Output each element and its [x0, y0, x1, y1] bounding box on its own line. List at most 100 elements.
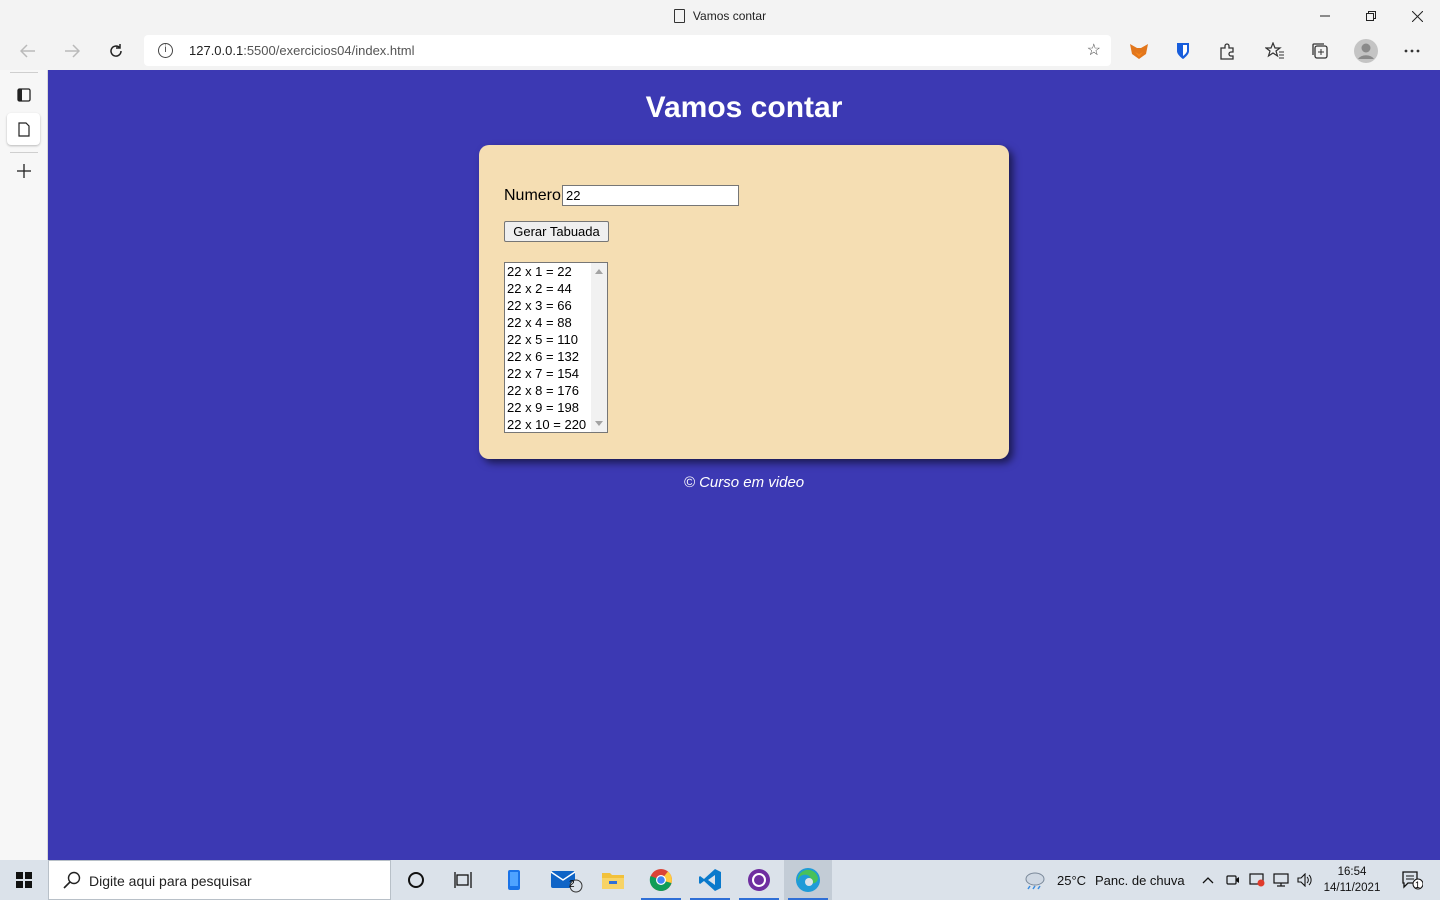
weather-description[interactable]: Panc. de chuva	[1095, 873, 1185, 888]
github-icon	[748, 869, 770, 891]
favorites-star-icon	[1265, 42, 1284, 59]
back-button[interactable]	[13, 36, 43, 66]
chrome-icon	[649, 869, 672, 891]
vscode-app-button[interactable]	[686, 860, 734, 900]
more-dots-icon	[1404, 49, 1420, 53]
collections-icon	[1312, 43, 1328, 59]
add-favorite-icon[interactable]: ☆	[1087, 40, 1101, 60]
clock-time: 16:54	[1337, 866, 1367, 878]
forward-button[interactable]	[57, 36, 87, 66]
vscode-icon	[699, 869, 721, 891]
scroll-down-arrow-icon[interactable]	[595, 421, 603, 426]
info-icon[interactable]: i	[158, 43, 173, 58]
mail-badge: 2	[569, 879, 575, 890]
number-input[interactable]	[562, 185, 739, 206]
close-window-button[interactable]	[1394, 0, 1440, 32]
edge-icon	[796, 868, 820, 892]
taskbar-search-box[interactable]: Digite aqui para pesquisar	[48, 860, 391, 900]
mail-icon	[550, 871, 583, 893]
bitwarden-extension-icon[interactable]	[1170, 38, 1196, 64]
generate-table-button[interactable]: Gerar Tabuada	[504, 221, 609, 242]
vertical-tabs-rail	[0, 70, 48, 860]
page-footer: © Curso em video	[683, 474, 805, 491]
web-page: Vamos contar Numero Gerar Tabuada 22 x 1…	[48, 70, 1440, 860]
notification-center-button[interactable]: 1	[1392, 860, 1432, 900]
reload-button[interactable]	[101, 36, 131, 66]
restore-icon	[1366, 11, 1376, 21]
github-desktop-app-button[interactable]	[735, 860, 783, 900]
arrow-right-icon	[65, 44, 80, 58]
arrow-left-icon	[20, 44, 35, 58]
url-path: :5500/exercicios04/index.html	[243, 43, 415, 58]
weather-temperature[interactable]: 25°C	[1057, 873, 1086, 888]
document-icon	[673, 9, 685, 23]
extensions-button[interactable]	[1214, 38, 1240, 64]
search-placeholder: Digite aqui para pesquisar	[89, 873, 252, 889]
notification-count: 1	[1415, 880, 1421, 890]
collections-button[interactable]	[1307, 38, 1333, 64]
security-warning-icon	[1249, 873, 1265, 887]
page-icon	[17, 121, 30, 137]
tab-actions-icon	[16, 88, 31, 102]
mail-app-button[interactable]: 2	[542, 860, 590, 900]
window-title-text: Vamos contar	[692, 9, 767, 23]
start-button[interactable]	[0, 860, 48, 900]
cortana-circle-icon	[408, 872, 424, 888]
avatar-icon	[1354, 39, 1378, 63]
rail-divider	[10, 72, 38, 73]
refresh-icon	[110, 44, 122, 57]
camera-icon	[1226, 875, 1239, 885]
browser-toolbar: i 127.0.0.1:5500/exercicios04/index.html…	[0, 32, 1440, 70]
folder-icon	[602, 873, 624, 889]
profile-avatar[interactable]	[1353, 38, 1379, 64]
show-hidden-icons-button[interactable]	[1197, 860, 1219, 900]
close-icon	[1411, 10, 1423, 22]
form-card: Numero Gerar Tabuada 22 x 1 = 2222 x 2 =…	[479, 145, 1009, 459]
page-title: Vamos contar	[645, 91, 843, 124]
settings-menu-button[interactable]	[1399, 38, 1425, 64]
phone-app-button[interactable]	[490, 860, 538, 900]
edge-app-button[interactable]	[784, 860, 832, 900]
window-title: Vamos contar	[0, 0, 1440, 32]
url-text[interactable]: 127.0.0.1:5500/exercicios04/index.html	[189, 43, 414, 58]
listbox-scrollbar[interactable]	[591, 263, 607, 432]
speaker-icon	[1297, 873, 1312, 887]
network-tray-icon[interactable]	[1270, 860, 1292, 900]
cortana-button[interactable]	[392, 860, 440, 900]
metamask-extension-icon[interactable]	[1126, 38, 1152, 64]
file-explorer-button[interactable]	[589, 860, 637, 900]
new-tab-button[interactable]	[7, 155, 40, 187]
tab-vamos-contar[interactable]	[7, 113, 40, 145]
network-icon	[1273, 873, 1289, 887]
task-view-icon	[454, 872, 472, 888]
browser-title-bar: Vamos contar	[0, 0, 1440, 32]
meet-now-icon[interactable]	[1222, 860, 1244, 900]
address-bar[interactable]: i 127.0.0.1:5500/exercicios04/index.html…	[144, 35, 1111, 66]
windows-taskbar: Digite aqui para pesquisar 2 25°C Panc. …	[0, 860, 1440, 900]
url-host: 127.0.0.1	[189, 43, 244, 58]
search-icon	[63, 871, 81, 889]
scroll-up-arrow-icon[interactable]	[595, 269, 603, 274]
task-view-button[interactable]	[440, 860, 488, 900]
weather-widget-icon[interactable]	[1014, 860, 1054, 900]
windows-logo-icon	[16, 872, 32, 888]
security-tray-icon[interactable]	[1246, 860, 1268, 900]
clock-date: 14/11/2021	[1323, 882, 1381, 894]
chrome-app-button[interactable]	[637, 860, 685, 900]
volume-tray-icon[interactable]	[1294, 860, 1316, 900]
plus-icon	[16, 164, 31, 178]
results-select[interactable]: 22 x 1 = 22 22 x 2 = 44 22 x 3 = 66 22 x 4 …	[504, 262, 608, 433]
rail-divider	[10, 152, 38, 153]
rain-cloud-icon	[1025, 872, 1045, 890]
fox-icon	[1130, 44, 1148, 59]
puzzle-icon	[1220, 43, 1234, 60]
restore-button[interactable]	[1348, 0, 1394, 32]
number-label: Numero	[504, 187, 561, 204]
minimize-button[interactable]	[1302, 0, 1348, 32]
shield-icon	[1177, 43, 1189, 59]
favorites-button[interactable]	[1262, 38, 1288, 64]
system-clock[interactable]: 16:54 14/11/2021	[1318, 864, 1386, 896]
phone-icon	[508, 870, 520, 890]
tab-actions-button[interactable]	[7, 79, 40, 111]
chevron-up-icon	[1202, 877, 1214, 884]
